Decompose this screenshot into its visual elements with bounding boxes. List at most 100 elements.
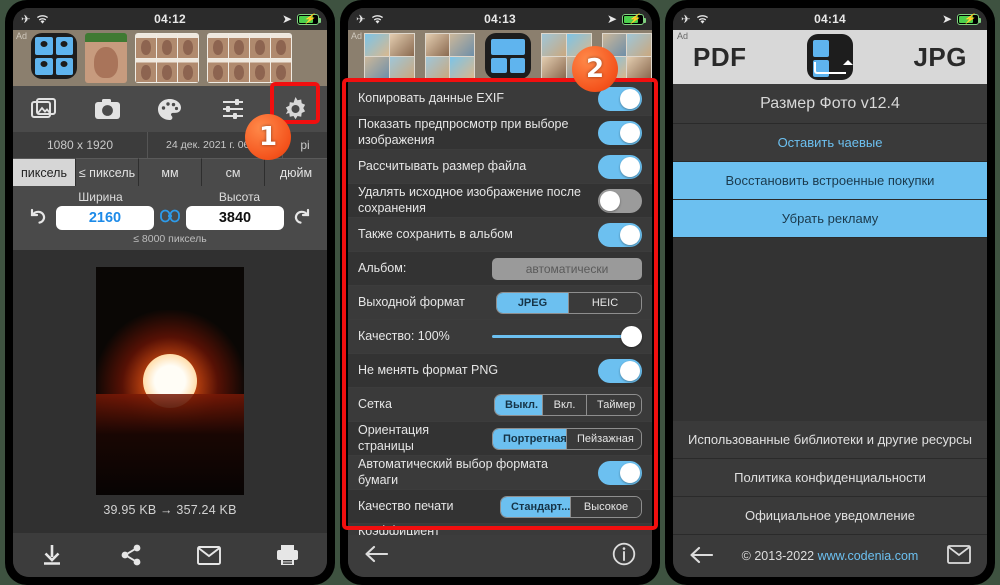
info-circle-icon[interactable] — [612, 542, 636, 571]
toggle-delete-original[interactable] — [598, 188, 642, 213]
camera-icon[interactable] — [85, 91, 129, 127]
unit-tab-max-pixel[interactable]: ≤ пиксель — [76, 158, 139, 186]
print-icon[interactable] — [266, 537, 310, 573]
setting-row-quality[interactable]: Качество: 100% — [348, 320, 652, 354]
list-spacer — [673, 238, 987, 421]
setting-label: Копировать данные EXIF — [358, 90, 505, 105]
unit-tab-inch[interactable]: дюйм — [265, 158, 327, 186]
mail-icon[interactable] — [187, 537, 231, 573]
back-arrow-icon[interactable] — [689, 546, 714, 567]
toggle-calc-filesize[interactable] — [598, 154, 642, 179]
redo-arrow-icon[interactable] — [290, 207, 316, 230]
setting-label: Рассчитывать размер файла — [358, 158, 527, 173]
app-version-row: Размер Фото v12.4 — [673, 84, 987, 124]
privacy-policy-row[interactable]: Политика конфиденциальности — [673, 459, 987, 497]
width-input[interactable]: 2160 — [56, 206, 154, 230]
preview-photo — [96, 266, 244, 495]
remove-ads-row[interactable]: Убрать рекламу — [673, 200, 987, 238]
setting-row-delete-original[interactable]: Удалять исходное изображение после сохра… — [348, 184, 652, 218]
setting-row-auto-paper[interactable]: Автоматический выбор формата бумаги — [348, 456, 652, 490]
ad-banner-1[interactable]: Ad — [13, 30, 327, 86]
unit-tab-mm[interactable]: мм — [139, 158, 202, 186]
segment-grid-timer[interactable]: Таймер — [587, 394, 641, 415]
toggle-save-to-album[interactable] — [598, 222, 642, 247]
segment-heic[interactable]: HEIC — [569, 292, 641, 313]
palette-icon[interactable] — [148, 91, 192, 127]
setting-row-album[interactable]: Альбом: автоматически — [348, 252, 652, 286]
phone-panel-2: ✈ 04:13 ➤ ⚡ Ad Копировать данные EXIF По… — [340, 0, 660, 585]
setting-row-calc-size[interactable]: Рассчитывать размер файла — [348, 150, 652, 184]
ad-app-icon-2 — [485, 33, 531, 79]
album-input[interactable]: автоматически — [492, 257, 642, 280]
size-limit-note: ≤ 8000 пиксель — [133, 233, 207, 245]
setting-label: Сетка — [358, 396, 392, 411]
location-arrow-icon: ➤ — [606, 12, 617, 26]
unit-tab-cm[interactable]: см — [202, 158, 265, 186]
status-bar-1: ✈ 04:12 ➤ ⚡ — [13, 8, 327, 30]
setting-row-output-format[interactable]: Выходной формат JPEG HEIC — [348, 286, 652, 320]
quality-slider[interactable] — [492, 325, 642, 349]
battery-charging-icon: ⚡ — [957, 13, 981, 25]
gallery-icon[interactable] — [22, 91, 66, 127]
back-arrow-icon[interactable] — [364, 545, 389, 568]
toggle-show-preview[interactable] — [598, 120, 642, 145]
toggle-auto-paper-size[interactable] — [598, 460, 642, 485]
setting-row-page-orientation[interactable]: Ориентация страницы Портретная Пейзажная — [348, 422, 652, 456]
setting-label: Альбом: — [358, 260, 407, 275]
segment-high[interactable]: Высокое — [571, 496, 641, 517]
link-icon[interactable] — [160, 209, 180, 227]
share-icon[interactable] — [109, 537, 153, 573]
ad-thumb-face — [85, 33, 127, 83]
undo-arrow-icon[interactable] — [24, 207, 50, 230]
ad-collage-2 — [424, 33, 475, 79]
setting-row-print-quality[interactable]: Качество печати Стандарт... Высокое — [348, 490, 652, 524]
setting-label: Коэффициент коррекции размера отпечатка — [358, 524, 440, 535]
unit-tab-pixel[interactable]: пиксель — [13, 158, 76, 186]
segment-standard[interactable]: Стандарт... — [501, 496, 571, 517]
legal-notice-row[interactable]: Официальное уведомление — [673, 497, 987, 535]
setting-row-keep-png[interactable]: Не менять формат PNG — [348, 354, 652, 388]
mail-icon[interactable] — [947, 545, 971, 567]
setting-row-grid[interactable]: Сетка Выкл. Вкл. Таймер — [348, 388, 652, 422]
settings-scroll-area[interactable]: Копировать данные EXIF Показать предпрос… — [348, 82, 652, 535]
image-preview[interactable]: 39.95 KB → 357.24 KB — [13, 250, 327, 533]
segment-jpeg[interactable]: JPEG — [497, 292, 569, 313]
width-label: Ширина — [78, 190, 123, 204]
setting-row-print-correction[interactable]: Коэффициент коррекции размера отпечатка … — [348, 524, 652, 535]
toggle-copy-exif[interactable] — [598, 86, 642, 111]
ad-label: Ad — [16, 31, 28, 41]
ad-left-word: PDF — [693, 41, 747, 72]
tip-jar-row[interactable]: Оставить чаевые — [673, 124, 987, 162]
setting-row-save-album[interactable]: Также сохранить в альбом — [348, 218, 652, 252]
setting-label: Ориентация страницы — [358, 422, 429, 453]
screenshot-stage: ✈ 04:12 ➤ ⚡ Ad 1080 x 1920 24 дек. 2021 … — [0, 0, 1000, 585]
filesize-info: 39.95 KB → 357.24 KB — [103, 502, 237, 517]
segmented-orientation[interactable]: Портретная Пейзажная — [492, 427, 642, 450]
pdf-to-jpg-icon — [806, 34, 853, 80]
segment-grid-off[interactable]: Выкл. — [495, 394, 543, 415]
segmented-grid[interactable]: Выкл. Вкл. Таймер — [494, 393, 642, 416]
libraries-row[interactable]: Использованные библиотеки и другие ресур… — [673, 421, 987, 459]
setting-label: Также сохранить в альбом — [358, 226, 513, 241]
website-link[interactable]: www.codenia.com — [818, 549, 919, 563]
setting-label: Не менять формат PNG — [358, 362, 499, 377]
bottom-nav-3: © 2013-2022 www.codenia.com — [673, 535, 987, 577]
segment-grid-on[interactable]: Вкл. — [543, 394, 587, 415]
setting-row-preview[interactable]: Показать предпросмотр при выборе изображ… — [348, 116, 652, 150]
segmented-print-quality[interactable]: Стандарт... Высокое — [500, 495, 642, 518]
bottom-nav-2 — [348, 535, 652, 577]
sliders-icon[interactable] — [211, 91, 255, 127]
restore-purchases-row[interactable]: Восстановить встроенные покупки — [673, 162, 987, 200]
image-resolution: 1080 x 1920 — [13, 132, 149, 158]
location-arrow-icon: ➤ — [281, 12, 292, 26]
download-icon[interactable] — [30, 537, 74, 573]
height-input[interactable]: 3840 — [186, 206, 284, 230]
toggle-keep-png[interactable] — [598, 358, 642, 383]
segmented-output-format[interactable]: JPEG HEIC — [496, 291, 642, 314]
segment-portrait[interactable]: Портретная — [493, 428, 567, 449]
ad-banner-3[interactable]: Ad PDF JPG — [673, 30, 987, 84]
status-bar-3: ✈ 04:14 ➤ ⚡ — [673, 8, 987, 30]
ad-label: Ad — [351, 31, 363, 41]
segment-landscape[interactable]: Пейзажная — [567, 428, 641, 449]
ad-thumb-grid-8 — [207, 33, 292, 83]
